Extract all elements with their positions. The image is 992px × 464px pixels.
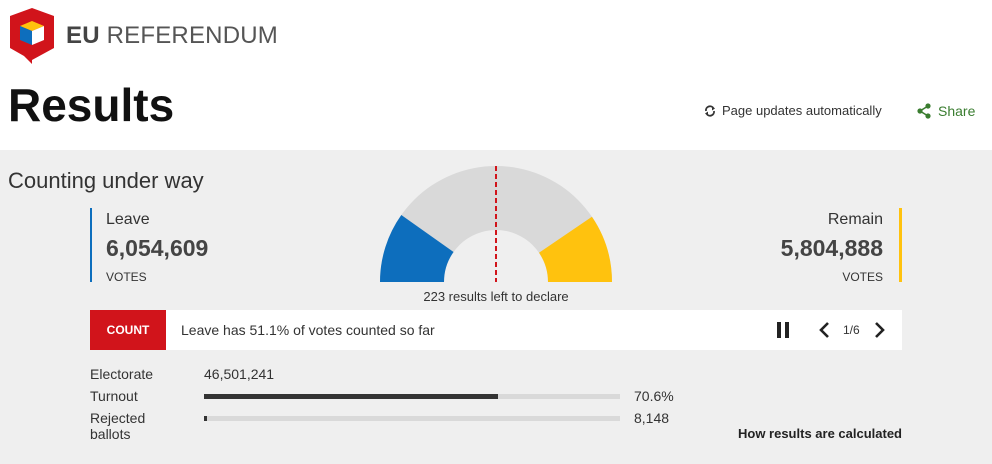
remain-label: Remain: [827, 211, 883, 228]
auto-update-label: Page updates automatically: [722, 103, 882, 118]
eu-referendum-logo: [10, 8, 54, 64]
brand-title-rest: REFERENDUM: [106, 22, 278, 49]
rejected-ballots-label: Rejected ballots: [90, 410, 145, 442]
counting-status: Counting under way: [8, 168, 204, 193]
turnout-bar: [204, 394, 620, 399]
how-results-calculated-link[interactable]: How results are calculated: [738, 426, 902, 441]
remain-tally: Remain 5,804,888 VOTES: [760, 208, 902, 284]
ticker-next-button[interactable]: [874, 320, 886, 340]
remain-votes: 5,804,888: [780, 235, 883, 261]
ticker-previous-button[interactable]: [818, 320, 830, 340]
brand-title-bold: EU: [66, 22, 100, 49]
ticker-page-indicator: 1/6: [843, 323, 860, 337]
page-title: Results: [8, 79, 175, 131]
leave-votes: 6,054,609: [106, 235, 209, 261]
share-label: Share: [938, 103, 976, 119]
electorate-label: Electorate: [90, 366, 154, 382]
refresh-icon: [705, 104, 715, 117]
chevron-left-icon: [819, 322, 829, 338]
leave-votes-unit: VOTES: [106, 270, 147, 284]
results-gauge: [380, 166, 612, 282]
remain-votes-unit: VOTES: [842, 270, 883, 284]
rejected-ballots-bar: [204, 416, 620, 421]
pause-icon: [777, 322, 789, 338]
rejected-ballots-value: 8,148: [634, 410, 670, 426]
results-ticker: COUNT Leave has 51.1% of votes counted s…: [90, 310, 902, 350]
rejected-label-line2: ballots: [90, 426, 131, 442]
turnout-bar-fill: [204, 394, 498, 399]
rejected-label-line1: Rejected: [90, 410, 146, 426]
brand-title: EU REFERENDUM: [66, 22, 278, 50]
header: EU REFERENDUM Results Page updates autom…: [0, 0, 992, 150]
electorate-value: 46,501,241: [204, 366, 275, 382]
ticker-message: Leave has 51.1% of votes counted so far: [181, 322, 435, 338]
share-icon: [917, 103, 931, 119]
results-panel: Counting under way Leave 6,054,609 VOTES…: [0, 150, 992, 464]
leave-label: Leave: [106, 211, 150, 228]
results-left-to-declare: 223 results left to declare: [423, 289, 569, 304]
turnout-percentage: 70.6%: [634, 388, 674, 404]
chevron-right-icon: [875, 322, 885, 338]
auto-update-indicator: Page updates automatically: [703, 103, 882, 118]
ticker-pause-button[interactable]: [776, 320, 790, 340]
leave-tally: Leave 6,054,609 VOTES: [90, 208, 209, 284]
rejected-ballots-bar-fill: [204, 416, 207, 421]
turnout-label: Turnout: [90, 388, 138, 404]
ticker-label: COUNT: [90, 310, 166, 350]
share-button[interactable]: Share: [916, 103, 975, 119]
